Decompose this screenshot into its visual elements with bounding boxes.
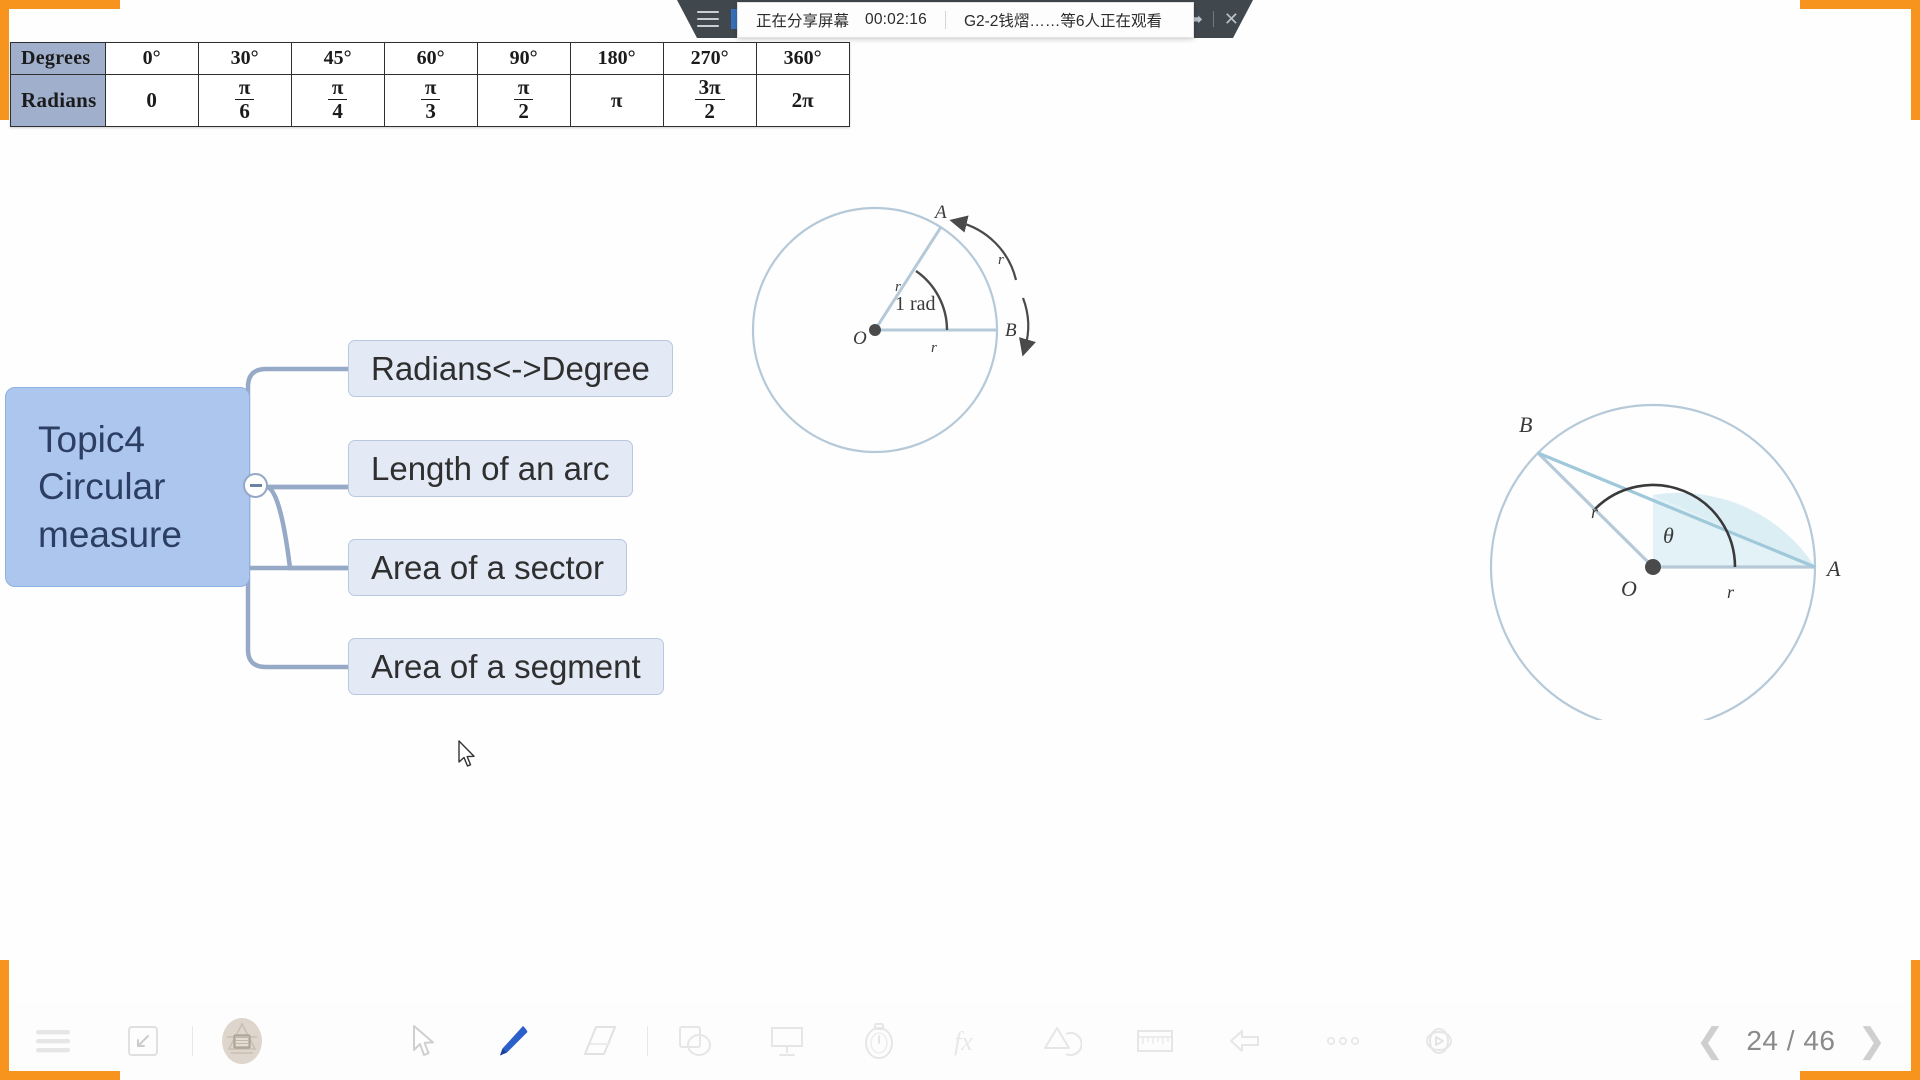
select-cursor-icon[interactable] <box>393 1010 455 1072</box>
center-point-o <box>1645 559 1661 575</box>
radian-fraction: π 4 <box>327 76 348 123</box>
share-status-text: 正在分享屏幕 <box>756 13 850 30</box>
table-cell: 2π <box>755 74 850 127</box>
mindmap-node-length-of-arc[interactable]: Length of an arc <box>348 440 633 497</box>
row-label-radians: Radians <box>10 74 106 127</box>
radian-value: π <box>610 88 623 112</box>
root-line-2: Circular <box>38 466 166 508</box>
screen-share-canvas: ➦ ✕ 正在分享屏幕 00:02:16 G2-2钱熠……等6人正在观看 Degr… <box>0 0 1920 1080</box>
toolbar-divider <box>192 1026 193 1056</box>
label-radius-oa: r <box>1727 582 1735 602</box>
geometry-icon[interactable] <box>1032 1010 1094 1072</box>
table-row-degrees: Degrees 0° 30° 45° 60° 90° 180° 270° 360… <box>10 42 850 75</box>
table-cell: π 6 <box>197 74 292 127</box>
row-label-degrees: Degrees <box>10 42 106 75</box>
mindmap-node-label: Area of a segment <box>371 647 641 685</box>
radian-value: 2π <box>791 88 814 112</box>
mindmap-node-label: Radians<->Degree <box>371 349 650 387</box>
label-point-b: B <box>1519 412 1532 437</box>
mindmap-node-area-of-sector[interactable]: Area of a sector <box>348 539 627 596</box>
minus-circle-icon[interactable] <box>243 473 268 498</box>
undo-icon[interactable] <box>1216 1010 1278 1072</box>
share-viewers-text: G2-2钱熠……等6人正在观看 <box>963 13 1163 30</box>
mindmap-node-label: Area of a sector <box>371 548 604 586</box>
mindmap-root-node[interactable]: Topic4 Circular measure <box>5 387 250 587</box>
label-center-o: O <box>853 328 867 349</box>
table-cell: 45° <box>290 42 385 75</box>
label-point-a: A <box>933 202 947 223</box>
formula-icon[interactable]: fx <box>940 1010 1002 1072</box>
pen-icon[interactable] <box>481 1010 543 1072</box>
table-cell: 30° <box>197 42 292 75</box>
shapes-icon[interactable] <box>664 1010 726 1072</box>
table-cell: 360° <box>755 42 850 75</box>
radian-fraction: 3π 2 <box>694 76 725 123</box>
figure-one-radian: O A B r r r 1 rad <box>751 202 1036 454</box>
root-line-1: Topic4 <box>38 418 145 460</box>
toolbar-divider <box>1212 11 1214 27</box>
table-cell: π 4 <box>290 74 385 127</box>
chevron-right-icon[interactable]: ❯ <box>1858 1024 1887 1058</box>
more-options-icon[interactable] <box>1312 1010 1374 1072</box>
user-badge-icon[interactable] <box>211 1010 273 1072</box>
chevron-left-icon[interactable]: ❮ <box>1696 1024 1725 1058</box>
mindmap-node-radians-degree[interactable]: Radians<->Degree <box>348 340 673 397</box>
radian-fraction: π 3 <box>420 76 441 123</box>
table-cell: π 3 <box>383 74 478 127</box>
whiteboard-icon[interactable] <box>756 1010 818 1072</box>
screen-share-notification: 正在分享屏幕 00:02:16 G2-2钱熠……等6人正在观看 <box>737 2 1194 38</box>
laser-pointer-icon[interactable] <box>1408 1010 1470 1072</box>
table-cell: 0 <box>104 74 199 127</box>
eraser-icon[interactable] <box>569 1010 631 1072</box>
table-cell: 0° <box>104 42 199 75</box>
label-point-a: A <box>1825 556 1841 581</box>
label-one-radian: 1 rad <box>895 293 936 315</box>
page-indicator: 24 / 46 <box>1746 1025 1836 1056</box>
mindmap-node-label: Length of an arc <box>371 449 610 487</box>
degrees-radians-table: Degrees 0° 30° 45° 60° 90° 180° 270° 360… <box>10 42 850 127</box>
table-cell: 60° <box>383 42 478 75</box>
label-point-b: B <box>1005 320 1017 341</box>
radian-fraction: π 2 <box>513 76 534 123</box>
arc-indicator-lower <box>1019 297 1036 357</box>
close-icon[interactable]: ✕ <box>1224 10 1239 28</box>
radian-fraction: π 6 <box>234 76 255 123</box>
svg-text:fx: fx <box>954 1027 973 1056</box>
label-radius-ob: r <box>1591 502 1599 522</box>
table-cell: 90° <box>476 42 571 75</box>
mouse-cursor <box>458 740 475 767</box>
figure-sector-segment: O A B r r θ <box>1489 403 1841 720</box>
minimize-icon[interactable] <box>112 1010 174 1072</box>
center-point-o <box>869 324 881 336</box>
pill-divider <box>944 11 946 29</box>
page-navigation: ❮ 24 / 46 ❯ <box>1696 1024 1886 1058</box>
radian-value: 0 <box>146 88 157 112</box>
hamburger-icon[interactable] <box>697 11 719 27</box>
timer-icon[interactable] <box>848 1010 910 1072</box>
table-cell: 270° <box>662 42 757 75</box>
toolbar-divider <box>647 1026 648 1056</box>
ruler-icon[interactable] <box>1124 1010 1186 1072</box>
root-line-3: measure <box>38 513 182 555</box>
label-arc-r: r <box>998 252 1004 268</box>
mindmap: Topic4 Circular measure Radians<->Degree… <box>0 340 760 695</box>
label-center-o: O <box>1621 576 1637 601</box>
menu-lines-icon[interactable] <box>22 1010 84 1072</box>
label-angle-theta: θ <box>1663 523 1674 548</box>
table-cell: π 2 <box>476 74 571 127</box>
table-cell: π <box>569 74 664 127</box>
table-row-radians: Radians 0 π 6 π 4 π 3 π 2 π 3π 2 2π <box>10 74 850 127</box>
bottom-toolbar: fx ❮ 24 / 46 ❯ <box>0 1002 1920 1080</box>
table-cell: 3π 2 <box>662 74 757 127</box>
share-border-top-right <box>1800 0 1920 120</box>
mindmap-node-area-of-segment[interactable]: Area of a segment <box>348 638 664 695</box>
share-timer: 00:02:16 <box>865 11 927 28</box>
table-cell: 180° <box>569 42 664 75</box>
label-radius-ob: r <box>931 340 937 356</box>
